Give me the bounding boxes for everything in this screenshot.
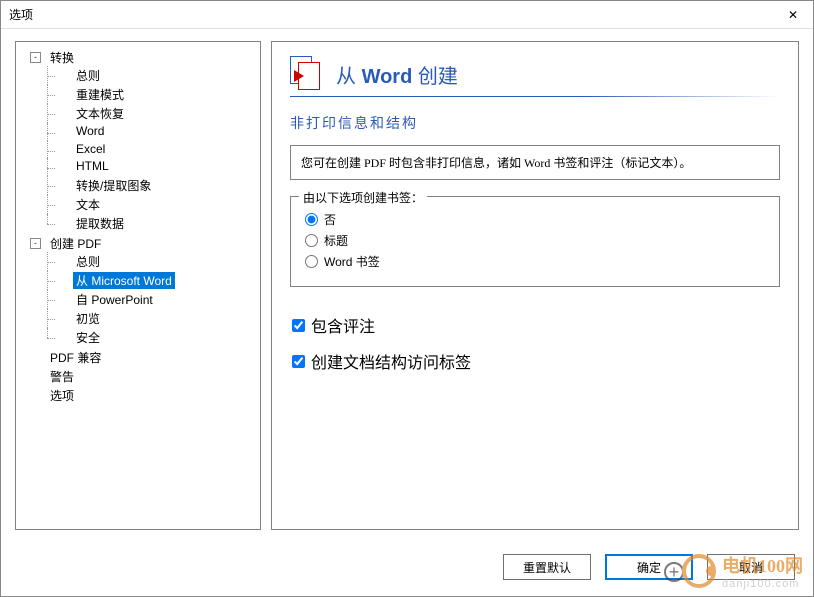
titlebar: 选项 ✕ [1,1,813,29]
tree-item[interactable]: PDF 兼容 [47,349,104,366]
radio-option[interactable]: 否 [305,211,765,228]
radio-label: Word 书签 [324,253,380,270]
heading-prefix: 从 [336,66,362,88]
tree-expander-icon[interactable]: - [30,52,41,63]
radio-input[interactable] [305,255,318,268]
cancel-button[interactable]: 取消 [707,554,795,580]
options-tree[interactable]: -转换总则重建模式文本恢复WordExcelHTML转换/提取图象文本提取数据-… [18,48,258,405]
tree-item[interactable]: 自 PowerPoint [73,291,156,308]
section-title: 非打印信息和结构 [290,113,780,133]
bookmark-fieldset: 由以下选项创建书签： 否标题Word 书签 [290,196,780,287]
radio-option[interactable]: 标题 [305,232,765,249]
tree-item[interactable]: 初览 [73,310,103,327]
radio-option[interactable]: Word 书签 [305,253,765,270]
tree-item[interactable]: 转换 [47,49,77,66]
tree-item[interactable]: 警告 [47,368,77,385]
close-icon[interactable]: ✕ [781,8,805,22]
tree-item[interactable]: 创建 PDF [47,235,104,252]
tree-item[interactable]: 转换/提取图象 [73,177,154,194]
radio-label: 标题 [324,232,348,249]
tree-item[interactable]: 提取数据 [73,215,127,232]
checkbox-input[interactable] [292,355,305,368]
tree-item[interactable]: Excel [73,142,108,156]
tree-item[interactable]: HTML [73,159,112,173]
reset-defaults-button[interactable]: 重置默认 [503,554,591,580]
content-panel: 从 Word 创建 非打印信息和结构 您可在创建 PDF 时包含非打印信息，诸如… [271,41,799,530]
tree-item[interactable]: 总则 [73,253,103,270]
radio-input[interactable] [305,234,318,247]
window-title: 选项 [9,6,33,23]
checkbox-option[interactable]: 创建文档结构访问标签 [292,349,780,373]
tree-item[interactable]: Word [73,124,107,138]
tree-item[interactable]: 安全 [73,329,103,346]
tree-item[interactable]: 从 Microsoft Word [73,272,175,289]
heading-suffix: 创建 [412,66,458,88]
heading-bold: Word [362,66,413,88]
checkbox-input[interactable] [292,319,305,332]
tree-item[interactable]: 文本恢复 [73,105,127,122]
radio-label: 否 [324,211,336,228]
tree-item[interactable]: 总则 [73,67,103,84]
checkbox-label: 创建文档结构访问标签 [311,349,471,373]
ok-button[interactable]: 确定 [605,554,693,580]
tree-item[interactable]: 选项 [47,387,77,404]
page-heading: 从 Word 创建 [336,60,458,89]
radio-input[interactable] [305,213,318,226]
tree-expander-icon[interactable]: - [30,238,41,249]
tree-item[interactable]: 重建模式 [73,86,127,103]
checkbox-label: 包含评注 [311,313,375,337]
create-from-word-icon [290,56,326,92]
heading-divider [290,96,780,97]
options-dialog: 选项 ✕ -转换总则重建模式文本恢复WordExcelHTML转换/提取图象文本… [0,0,814,597]
fieldset-legend: 由以下选项创建书签： [299,189,427,206]
tree-panel: -转换总则重建模式文本恢复WordExcelHTML转换/提取图象文本提取数据-… [15,41,261,530]
dialog-footer: 重置默认 确定 取消 [1,538,813,596]
info-box: 您可在创建 PDF 时包含非打印信息，诸如 Word 书签和评注（标记文本）。 [290,145,780,180]
tree-item[interactable]: 文本 [73,196,103,213]
checkbox-option[interactable]: 包含评注 [292,313,780,337]
